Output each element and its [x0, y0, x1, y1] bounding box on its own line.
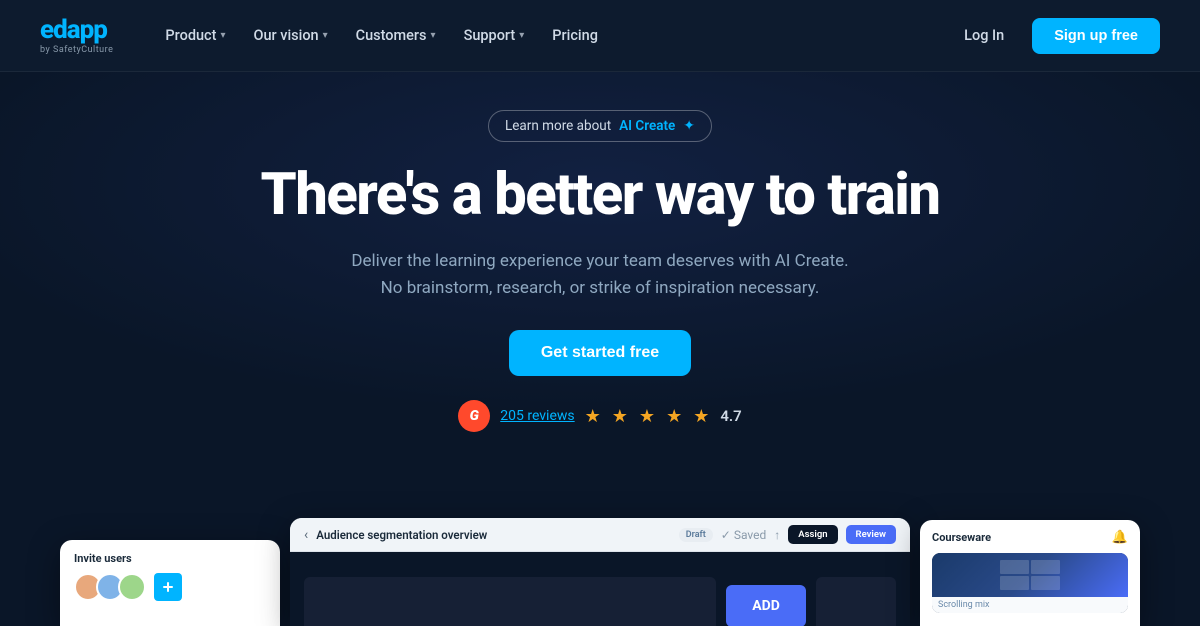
grid-cell-3 [1000, 576, 1029, 590]
draft-badge: Draft [679, 528, 713, 542]
logo-ed: ed [40, 15, 67, 45]
reviews-link[interactable]: 205 reviews [500, 408, 574, 424]
g2-logo: G [458, 400, 490, 432]
right-topbar: Courseware 🔔 [932, 530, 1128, 545]
nav-item-ourvision[interactable]: Our vision ▾ [241, 19, 339, 52]
hero-title: There's a better way to train [260, 164, 939, 228]
center-actions: ✓ Saved ↑ Assign Review [721, 525, 896, 544]
nav-item-support[interactable]: Support ▾ [452, 19, 537, 52]
chevron-down-icon: ▾ [220, 30, 225, 41]
dark-content-block-2 [816, 577, 896, 626]
invite-users-label: Invite users [74, 552, 266, 565]
badge-text: Learn more about [505, 118, 611, 134]
sparkle-icon: ✦ [683, 118, 695, 134]
mockup-audience-segmentation: ‹ Audience segmentation overview Draft ✓… [290, 518, 910, 626]
star-2: ★ [612, 406, 629, 427]
avatars-group [74, 573, 140, 601]
nav-item-customers[interactable]: Customers ▾ [344, 19, 448, 52]
upload-icon: ↑ [774, 528, 780, 542]
review-button[interactable]: Review [846, 525, 896, 544]
hero-section: Learn more about AI Create ✦ There's a b… [0, 72, 1200, 462]
logo-app: app [67, 15, 107, 45]
avatar-3 [118, 573, 146, 601]
navbar: edapp by SafetyCulture Product ▾ Our vis… [0, 0, 1200, 72]
mockup-invite-users: Invite users [60, 540, 280, 626]
bell-icon: 🔔 [1112, 530, 1128, 545]
chevron-down-icon: ▾ [323, 30, 328, 41]
courseware-card: Scrolling mix [932, 553, 1128, 613]
ai-badge[interactable]: Learn more about AI Create ✦ [488, 110, 712, 142]
nav-actions: Log In Sign up free [952, 18, 1160, 54]
grid-cell-4 [1031, 576, 1060, 590]
grid-cell-1 [1000, 560, 1029, 574]
logo[interactable]: edapp by SafetyCulture [40, 17, 113, 55]
star-3: ★ [639, 406, 656, 427]
nav-links: Product ▾ Our vision ▾ Customers ▾ Suppo… [153, 19, 952, 52]
card-label: Scrolling mix [932, 597, 1128, 613]
center-title: Audience segmentation overview [316, 528, 671, 542]
saved-icon: ✓ Saved [721, 528, 766, 542]
grid-cell-2 [1031, 560, 1060, 574]
nav-item-pricing[interactable]: Pricing [540, 19, 610, 52]
nav-item-product[interactable]: Product ▾ [153, 19, 237, 52]
center-body: ADD [290, 552, 910, 626]
chevron-down-icon: ▾ [519, 30, 524, 41]
signup-button[interactable]: Sign up free [1032, 18, 1160, 54]
star-4: ★ [666, 406, 683, 427]
login-button[interactable]: Log In [952, 19, 1016, 52]
grid-visualization [1000, 560, 1060, 590]
center-topbar: ‹ Audience segmentation overview Draft ✓… [290, 518, 910, 552]
reviews-row: G 205 reviews ★ ★ ★ ★ ★ 4.7 [458, 400, 742, 432]
logo-tagline: by SafetyCulture [40, 45, 113, 55]
mockups-area: Invite users ‹ Audience segmentation ove… [60, 518, 1140, 626]
card-image [932, 553, 1128, 597]
hero-subtitle: Deliver the learning experience your tea… [351, 248, 848, 302]
get-started-button[interactable]: Get started free [509, 330, 691, 376]
star-half: ★ [693, 406, 710, 427]
add-icon [154, 573, 182, 601]
ai-create-text: AI Create [619, 118, 675, 134]
assign-button[interactable]: Assign [788, 525, 837, 544]
chevron-down-icon: ▾ [431, 30, 436, 41]
blue-content-block: ADD [726, 585, 806, 626]
rating-value: 4.7 [720, 407, 741, 425]
mockup-courseware: Courseware 🔔 Scrolling mix [920, 520, 1140, 626]
courseware-title: Courseware [932, 531, 991, 544]
back-icon: ‹ [304, 527, 308, 543]
star-1: ★ [585, 406, 602, 427]
dark-content-block [304, 577, 716, 626]
